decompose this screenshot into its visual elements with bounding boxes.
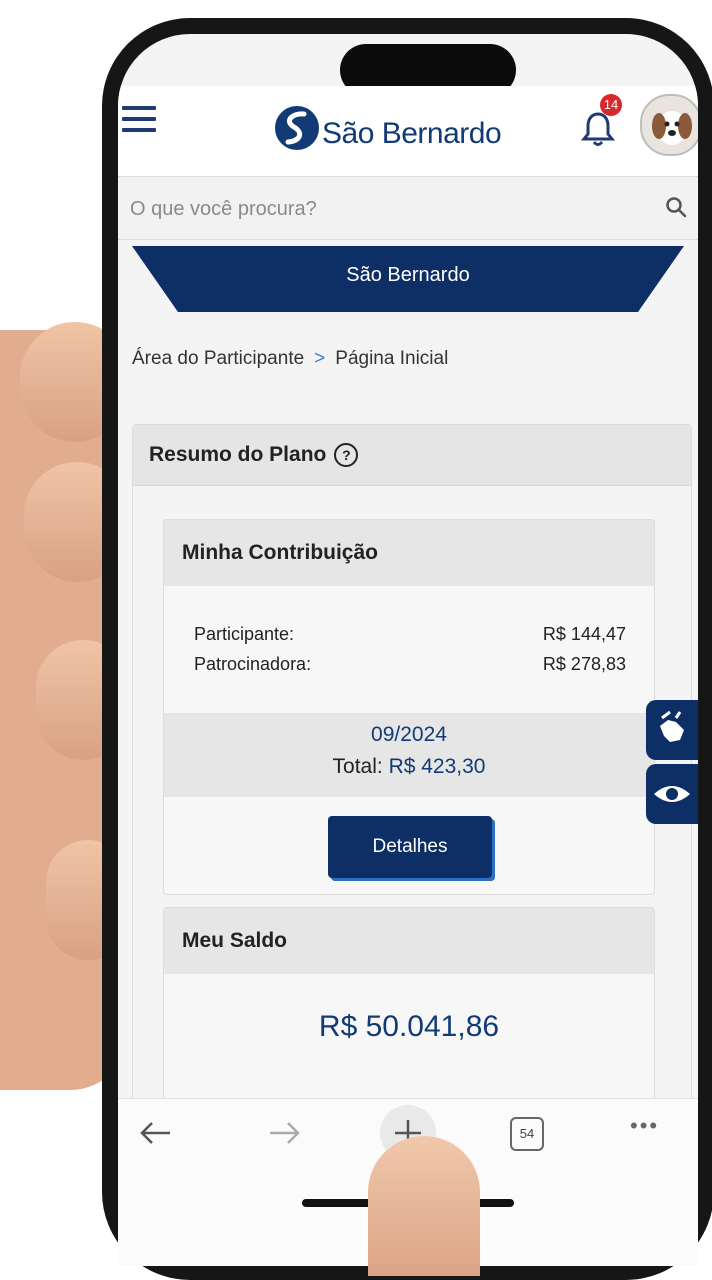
contribution-period: 09/2024 [371, 723, 447, 746]
breadcrumb-separator: > [314, 348, 326, 369]
total-band: 09/2024 Total: R$ 423,30 [164, 713, 654, 797]
row-value: R$ 144,47 [542, 624, 626, 644]
sign-language-button[interactable] [646, 700, 698, 760]
row-label: Participante: [194, 624, 295, 644]
contribution-card: Minha Contribuição Participante: R$ 144,… [163, 519, 655, 895]
menu-icon[interactable] [122, 106, 156, 134]
tabs-icon[interactable]: 54 [510, 1117, 544, 1151]
logo-text: São Bernardo [322, 117, 502, 150]
sign-language-icon [660, 710, 684, 742]
details-button[interactable]: Detalhes [328, 816, 492, 878]
search-icon[interactable] [664, 195, 688, 219]
breadcrumb-current: Página Inicial [335, 348, 449, 369]
eye-icon [654, 786, 690, 802]
row-label: Patrocinadora: [194, 654, 312, 674]
balance-title: Meu Saldo [164, 908, 654, 974]
banner-title: São Bernardo [346, 264, 470, 286]
row-value: R$ 278,83 [542, 654, 626, 674]
total-value: R$ 423,30 [388, 755, 486, 778]
notification-badge: 14 [600, 94, 622, 116]
contribution-title: Minha Contribuição [164, 520, 654, 586]
breadcrumb-parent[interactable]: Área do Participante [132, 348, 304, 369]
app-header: São Bernardo 14 [118, 86, 698, 176]
phone-screen: São Bernardo 14 São Berna [118, 34, 698, 1266]
logo[interactable]: São Bernardo [274, 98, 502, 158]
breadcrumb: Área do Participante > Página Inicial [132, 348, 448, 370]
search-input[interactable] [128, 191, 632, 227]
logo-mark-icon [275, 106, 319, 150]
back-arrow-icon[interactable] [136, 1113, 176, 1153]
avatar[interactable] [640, 94, 698, 156]
forward-arrow-icon[interactable] [264, 1113, 304, 1153]
contribution-row-sponsor: Patrocinadora: R$ 278,83 [194, 654, 626, 675]
search-bar [118, 176, 698, 240]
total-line: Total: R$ 423,30 [164, 755, 654, 779]
dog-avatar-icon [652, 111, 692, 145]
plan-summary-title: Resumo do Plano [149, 443, 327, 466]
balance-value: R$ 50.041,86 [318, 1010, 500, 1043]
plan-summary-header: Resumo do Plano ? [133, 425, 691, 486]
visual-accessibility-button[interactable] [646, 764, 698, 824]
site-banner: São Bernardo [118, 246, 698, 316]
thumb [368, 1136, 480, 1276]
total-label: Total: [332, 755, 383, 778]
contribution-row-participant: Participante: R$ 144,47 [194, 624, 626, 645]
more-icon[interactable]: ••• [630, 1113, 659, 1139]
help-icon[interactable]: ? [334, 443, 359, 467]
